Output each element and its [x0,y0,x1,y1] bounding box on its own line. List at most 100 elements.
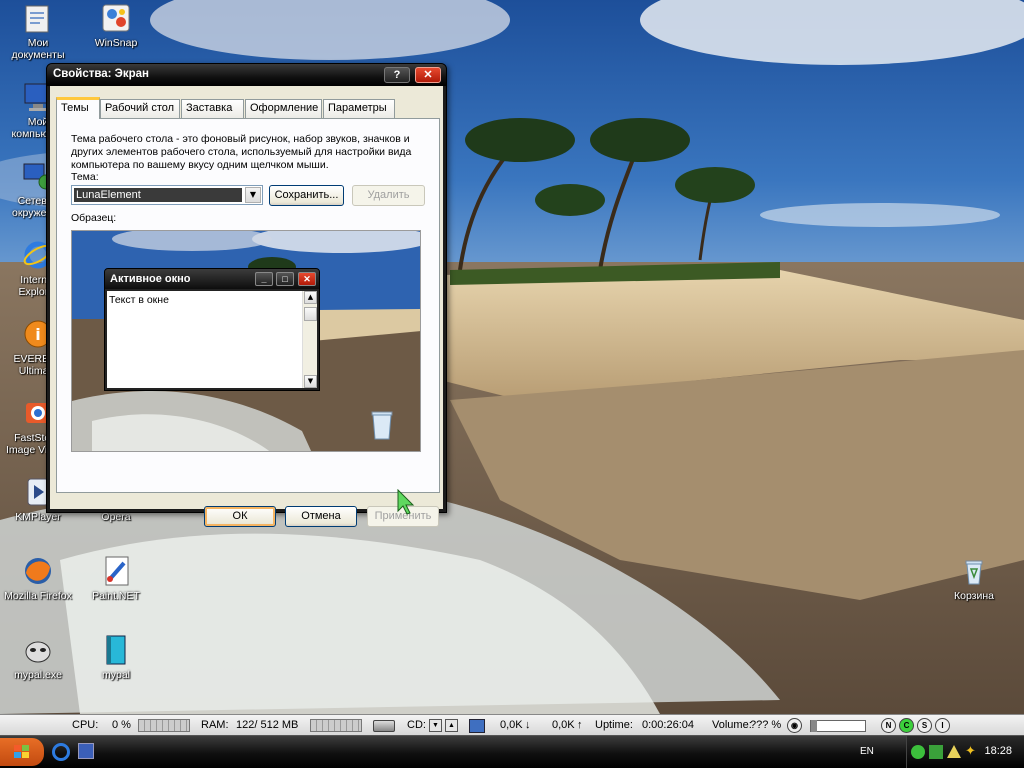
maximize-icon: □ [276,272,294,286]
close-icon: ✕ [423,69,433,81]
desktop-icon-firefox[interactable]: Mozilla Firefox [0,555,76,602]
tray-icon-network[interactable] [929,745,943,759]
tray-icon-green[interactable] [911,745,925,759]
themes-tab-panel: Тема рабочего стола - это фоновый рисуно… [56,118,440,493]
winsnap-icon [100,2,132,34]
volume-label: Volume: [712,719,752,731]
preview-window-body: Текст в окне ▲ ▼ [107,291,317,388]
speaker-icon[interactable]: ◉ [787,718,802,733]
theme-label: Тема: [71,171,99,183]
desktop-icon-paintnet[interactable]: Paint.NET [78,555,154,602]
recycle-bin-icon [370,409,394,444]
desktop-icon-winsnap[interactable]: WinSnap [78,2,154,49]
svg-text:i: i [35,325,40,344]
tab-desktop[interactable]: Рабочий стол [100,99,180,118]
close-button[interactable]: ✕ [415,67,441,83]
desktop-icon-label: WinSnap [94,37,138,49]
theme-select[interactable]: LunaElement ▼ [71,185,263,205]
mouse-pointer-icon [397,488,415,518]
preview-window-titlebar: Активное окно _ □ ✕ [105,269,319,289]
quicklaunch-internet-explorer-icon[interactable] [52,743,70,761]
recycle-bin-icon [958,555,990,587]
scroll-thumb [304,307,317,321]
arrow-down-icon: ↓ [525,719,531,731]
system-monitor-bar: CPU: 0 % RAM: 122/ 512 MB CD: ▼ ▲ 0,0K ↓… [0,714,1024,736]
theme-preview: Активное окно _ □ ✕ Текст в окне ▲ ▼ [71,230,421,452]
minimize-icon: _ [255,272,273,286]
taskbar: EN ✦ 18:28 [0,736,1024,768]
ram-meter [310,719,362,732]
desktop-icon-mypal[interactable]: mypal [78,634,154,681]
desktop-icon-label: Мои документы [11,37,65,61]
firefox-icon [22,555,54,587]
preview-window-text: Текст в окне [109,294,169,306]
desktop-icon-recycle-bin[interactable]: Корзина [936,555,1012,602]
volume-slider-knob[interactable] [811,720,817,732]
mode-button-n[interactable]: N [881,718,896,733]
tab-appearance[interactable]: Оформление [245,99,322,118]
clock[interactable]: 18:28 [984,745,1012,757]
mode-button-i[interactable]: I [935,718,950,733]
upload-speed: 0,0K [552,719,575,731]
delete-theme-button[interactable]: Удалить [352,185,425,206]
desktop-icon-label: mypal [101,669,130,681]
close-icon: ✕ [298,272,316,286]
tab-screensaver[interactable]: Заставка [181,99,244,118]
tray-icon-warning[interactable] [947,745,961,758]
cancel-button[interactable]: Отмена [285,506,357,527]
drive-icon [373,720,395,732]
sample-label: Образец: [71,212,117,224]
folder-documents-icon [22,2,54,34]
cd-eject-down-button[interactable]: ▼ [429,719,442,732]
arrow-up-icon: ↑ [577,719,583,731]
preview-active-window: Активное окно _ □ ✕ Текст в окне ▲ ▼ [104,268,320,391]
mode-button-c[interactable]: C [899,718,914,733]
volume-value: ??? % [750,719,782,731]
mypal-icon [100,634,132,666]
system-tray: ✦ 18:28 [906,736,1024,768]
ok-button[interactable]: ОК [204,506,276,527]
preview-window-title: Активное окно [110,273,191,285]
cpu-label: CPU: [72,719,99,731]
theme-select-value: LunaElement [74,188,242,202]
ram-label: RAM: [201,719,229,731]
desktop-icon-label: Mozilla Firefox [4,590,72,602]
display-properties-dialog[interactable]: Свойства: Экран ? ✕ Темы Рабочий стол За… [46,63,447,527]
scroll-up-icon: ▲ [304,291,317,304]
help-icon: ? [393,69,401,81]
quicklaunch-show-desktop-icon[interactable] [78,743,94,759]
download-speed: 0,0K [500,719,523,731]
ram-value: 122/ 512 MB [236,719,299,731]
desktop-icon-my-documents[interactable]: Мои документы [0,2,76,61]
cd-label: CD: [407,719,426,731]
tab-themes[interactable]: Темы [56,97,100,119]
preview-scrollbar: ▲ ▼ [302,291,317,388]
start-button[interactable] [0,738,44,766]
cpu-value: 0 % [112,719,131,731]
desktop-icon-label: mypal.exe [14,669,62,681]
save-theme-button[interactable]: Сохранить... [269,185,344,206]
tray-icon-star[interactable]: ✦ [965,744,976,759]
chevron-down-icon[interactable]: ▼ [245,187,261,203]
network-icon [469,719,485,733]
mypal-exe-icon [22,634,54,666]
desktop-icon-mypal-exe[interactable]: mypal.exe [0,634,76,681]
dialog-title: Свойства: Экран [53,68,149,80]
volume-slider[interactable] [810,720,866,732]
desktop-icon-label: Корзина [954,590,994,602]
theme-description: Тема рабочего стола - это фоновый рисуно… [71,133,412,171]
tab-settings[interactable]: Параметры [323,99,395,118]
windows-logo-icon [14,745,29,758]
dialog-titlebar[interactable]: Свойства: Экран ? ✕ [47,64,446,86]
cd-eject-up-button[interactable]: ▲ [445,719,458,732]
desktop-icon-label: Paint.NET [92,590,140,602]
mode-button-s[interactable]: S [917,718,932,733]
uptime-value: 0:00:26:04 [642,719,694,731]
uptime-label: Uptime: [595,719,633,731]
language-indicator[interactable]: EN [860,746,874,757]
paintnet-icon [100,555,132,587]
help-button[interactable]: ? [384,67,410,83]
scroll-down-icon: ▼ [304,375,317,388]
cpu-meter [138,719,190,732]
dialog-client-area: Темы Рабочий стол Заставка Оформление Па… [50,86,443,527]
